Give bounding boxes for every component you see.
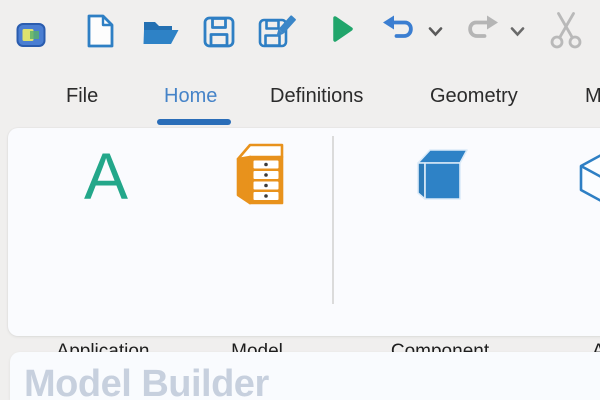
add-component-button[interactable]: Add Component <box>544 136 600 306</box>
run-button[interactable] <box>332 17 354 45</box>
new-file-button[interactable] <box>85 16 115 50</box>
open-file-icon <box>142 18 180 51</box>
run-icon <box>332 15 354 48</box>
save-as-icon <box>258 14 296 53</box>
open-button[interactable] <box>142 20 180 48</box>
save-as-button[interactable] <box>258 16 296 50</box>
save-button[interactable] <box>203 18 235 50</box>
tab-materials[interactable]: Materials <box>585 82 600 110</box>
ribbon-home-panel: A Application Builder <box>8 128 600 336</box>
undo-icon <box>381 14 417 49</box>
ribbon-group-separator <box>332 136 334 304</box>
save-icon <box>203 16 235 53</box>
active-tab-underline <box>157 119 231 125</box>
undo-dropdown-button[interactable] <box>428 27 443 38</box>
add-component-icon <box>577 150 600 211</box>
comsol-window: File Home Definitions Geometry Materials… <box>0 0 600 400</box>
app-logo-icon <box>16 22 46 53</box>
application-builder-icon: A <box>78 144 134 208</box>
tab-home[interactable]: Home <box>164 82 217 110</box>
new-file-icon <box>85 14 115 53</box>
redo-dropdown-button[interactable] <box>510 27 525 38</box>
redo-dropdown-icon <box>510 24 525 42</box>
undo-button[interactable] <box>381 16 417 46</box>
model-manager-icon <box>230 139 288 210</box>
component-cube-icon <box>411 144 469 207</box>
tab-definitions[interactable]: Definitions <box>270 82 363 110</box>
redo-icon <box>464 14 500 49</box>
cut-button[interactable] <box>549 13 583 51</box>
undo-dropdown-icon <box>428 24 443 42</box>
app-menu-button[interactable] <box>16 24 46 50</box>
application-builder-button[interactable]: A Application Builder <box>18 136 188 306</box>
model-builder-panel: Model Builder <box>10 352 600 400</box>
component-1-button[interactable]: Component 1 <box>360 136 520 306</box>
model-builder-title: Model Builder <box>24 363 269 400</box>
tab-file[interactable]: File <box>66 82 98 110</box>
model-manager-button[interactable]: Model Manager <box>177 136 337 306</box>
tab-geometry[interactable]: Geometry <box>430 82 518 110</box>
cut-icon <box>549 11 583 54</box>
redo-button[interactable] <box>464 16 500 46</box>
